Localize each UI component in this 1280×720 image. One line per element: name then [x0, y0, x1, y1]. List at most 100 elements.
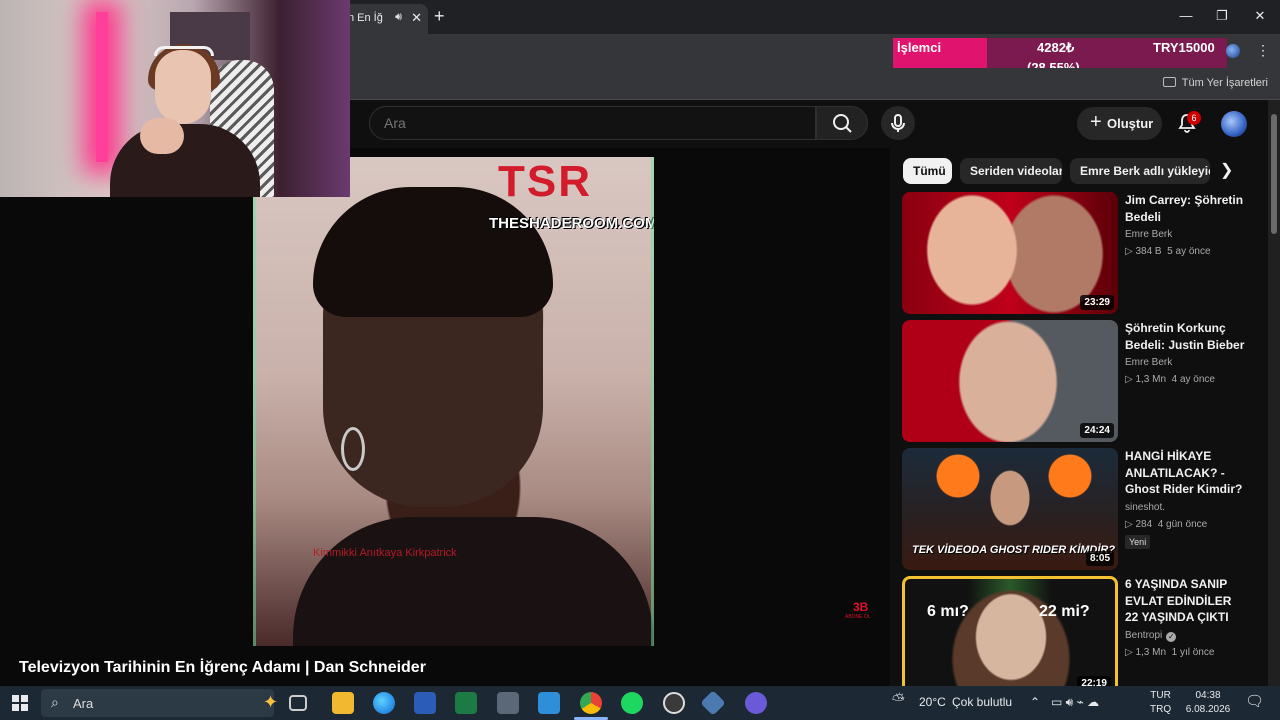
file-explorer-icon[interactable]	[332, 692, 354, 714]
speaker-icon[interactable]: 🔊︎	[395, 11, 402, 24]
chrome-icon[interactable]	[580, 692, 602, 714]
video-player[interactable]: TSR THESHADEROOM.COM Kimmikki Anıtkaya K…	[253, 157, 654, 646]
video-thumbnail[interactable]: TEK VİDEODA GHOST RIDER KİMDİR? 8:05	[902, 448, 1118, 570]
webcam-overlay	[0, 0, 350, 197]
taskbar-search-text: Ara	[73, 696, 94, 711]
search-box	[369, 106, 816, 140]
search-input[interactable]	[384, 115, 784, 131]
upload-age: 4 gün önce	[1157, 519, 1208, 530]
browser-menu-icon[interactable]: ⋮	[1256, 42, 1270, 59]
video-edge-right	[651, 157, 654, 646]
app-icon-2[interactable]	[700, 690, 726, 716]
search-button[interactable]	[816, 106, 868, 140]
channel-watermark-text: ABONE OL	[845, 614, 871, 620]
windows-taskbar: ⌕ Ara ✦ ⛅︎ 20°C Çok bulutlu ⌃ ▭ 🔊︎ ⌁ ☁ T…	[0, 686, 1280, 720]
weather-temp[interactable]: 20°C	[919, 695, 946, 709]
recommendation-channel[interactable]: Emre Berk	[1125, 357, 1172, 368]
recommendation-item[interactable]: 6 mı? 22 mi? 22:19 6 YAŞINDA SANIP EVLAT…	[902, 576, 1262, 698]
video-thumbnail[interactable]: 23:29	[902, 192, 1118, 314]
new-tab-button[interactable]: +	[434, 6, 445, 27]
create-button[interactable]: + Oluştur	[1077, 107, 1162, 140]
weather-icon[interactable]: ⛅︎	[892, 692, 905, 710]
close-window-icon[interactable]: ✕	[1250, 8, 1270, 24]
recommendation-item[interactable]: 24:24 Şöhretin Korkunç Bedeli: Justin Bi…	[902, 320, 1262, 442]
new-badge: Yeni	[1125, 535, 1151, 549]
page-scrollbar[interactable]	[1268, 100, 1280, 686]
taskbar-clock[interactable]: 04:38 6.08.2026	[1183, 689, 1233, 717]
view-count: 1,3 Mn	[1135, 374, 1167, 385]
recommendation-title[interactable]: HANGİ HİKAYE ANLATILACAK? - Ghost Rider …	[1125, 448, 1245, 498]
upload-age: 1 yıl önce	[1171, 647, 1215, 658]
excel-icon[interactable]	[455, 692, 477, 714]
video-person-body	[293, 517, 653, 646]
recommendation-channel[interactable]: Bentropi ✓	[1125, 630, 1177, 642]
language-indicator[interactable]: TUR TRQ	[1150, 689, 1171, 717]
stock-currency-value: TRY15000	[1153, 40, 1215, 55]
folder-icon	[1162, 77, 1176, 87]
play-icon: ▷	[1125, 374, 1136, 385]
search-icon: ⌕	[51, 694, 59, 710]
recommendation-channel[interactable]: sineshot.	[1125, 502, 1165, 513]
channel-name: Bentropi	[1125, 630, 1163, 641]
recommendation-item[interactable]: TEK VİDEODA GHOST RIDER KİMDİR? 8:05 HAN…	[902, 448, 1262, 570]
search-icon	[833, 114, 852, 133]
word-icon[interactable]	[414, 692, 436, 714]
all-bookmarks[interactable]: Tüm Yer İşaretleri	[1162, 77, 1268, 89]
create-label: Oluştur	[1107, 116, 1154, 131]
obs-icon[interactable]	[663, 692, 685, 714]
view-count: 1,3 Mn	[1135, 647, 1167, 658]
voice-search-button[interactable]	[881, 106, 915, 140]
minimize-icon[interactable]: —	[1176, 8, 1196, 23]
profile-avatar-small[interactable]	[1226, 44, 1240, 58]
windows-start-icon[interactable]	[12, 695, 28, 711]
earring-shape	[341, 427, 365, 471]
view-count: 284	[1135, 519, 1153, 530]
chip-all[interactable]: Tümü	[903, 158, 952, 184]
recommendation-title[interactable]: Jim Carrey: Şöhretin Bedeli	[1125, 192, 1245, 225]
user-avatar[interactable]	[1221, 111, 1247, 137]
streamer-hand	[140, 118, 184, 154]
streamer-face	[155, 50, 211, 124]
language-bottom: TRQ	[1150, 704, 1172, 715]
chip-uploader[interactable]: Emre Berk adlı yükleyici	[1070, 158, 1210, 184]
tab-title: n En İğ	[348, 12, 383, 24]
weather-desc[interactable]: Çok bulutlu	[952, 695, 1012, 709]
notification-center-icon[interactable]: 🗨︎	[1245, 692, 1264, 710]
task-view-icon[interactable]	[289, 695, 307, 711]
close-tab-icon[interactable]: ✕	[411, 10, 422, 26]
scrollbar-thumb[interactable]	[1271, 114, 1277, 234]
video-caption: Kimmikki Anıtkaya Kirkpatrick	[313, 547, 457, 559]
chevron-up-icon[interactable]: ⌃	[1030, 695, 1040, 709]
recommendation-meta: ▷ 1,3 Mn 1 yıl önce	[1125, 647, 1214, 658]
headband	[154, 46, 214, 56]
video-duration: 24:24	[1080, 423, 1114, 438]
recommendation-meta: ▷ 284 4 gün önce	[1125, 519, 1207, 530]
spotify-icon[interactable]	[621, 692, 643, 714]
channel-watermark[interactable]: 3B ABONE OL	[845, 600, 879, 622]
recommendation-item[interactable]: 23:29 Jim Carrey: Şöhretin Bedeli Emre B…	[902, 192, 1262, 314]
video-thumbnail[interactable]: 6 mı? 22 mi? 22:19	[902, 576, 1118, 698]
channel-watermark-number: 3B	[853, 600, 869, 614]
calculator-icon[interactable]	[497, 692, 519, 714]
tsr-logo: TSR	[498, 157, 592, 206]
clock-date: 6.08.2026	[1185, 704, 1231, 715]
sparkle-icon: ✦	[263, 692, 279, 712]
chip-series-videos[interactable]: Seriden videolar	[960, 158, 1062, 184]
all-bookmarks-label: Tüm Yer İşaretleri	[1181, 77, 1268, 89]
upload-age: 5 ay önce	[1167, 246, 1211, 257]
stock-label: İşlemci	[897, 40, 942, 55]
play-icon: ▷	[1125, 246, 1136, 257]
chevron-right-icon[interactable]: ❯	[1220, 160, 1233, 180]
video-thumbnail[interactable]: 24:24	[902, 320, 1118, 442]
recommendation-channel[interactable]: Emre Berk	[1125, 229, 1172, 240]
maximize-icon[interactable]: ❐	[1212, 8, 1232, 24]
recommendation-title[interactable]: 6 YAŞINDA SANIP EVLAT EDİNDİLER 22 YAŞIN…	[1125, 576, 1245, 626]
edge-browser-icon[interactable]	[373, 692, 395, 714]
site-watermark: THESHADEROOM.COM	[489, 215, 654, 232]
discord-icon[interactable]	[745, 692, 767, 714]
app-icon[interactable]	[538, 692, 560, 714]
recommendation-title[interactable]: Şöhretin Korkunç Bedeli: Justin Bieber	[1125, 320, 1245, 353]
taskbar-search[interactable]: ⌕ Ara ✦	[41, 689, 278, 717]
browser-tab[interactable]: n En İğ 🔊︎ ✕	[340, 4, 428, 34]
system-tray-icons[interactable]: ▭ 🔊︎ ⌁ ☁	[1051, 695, 1099, 710]
